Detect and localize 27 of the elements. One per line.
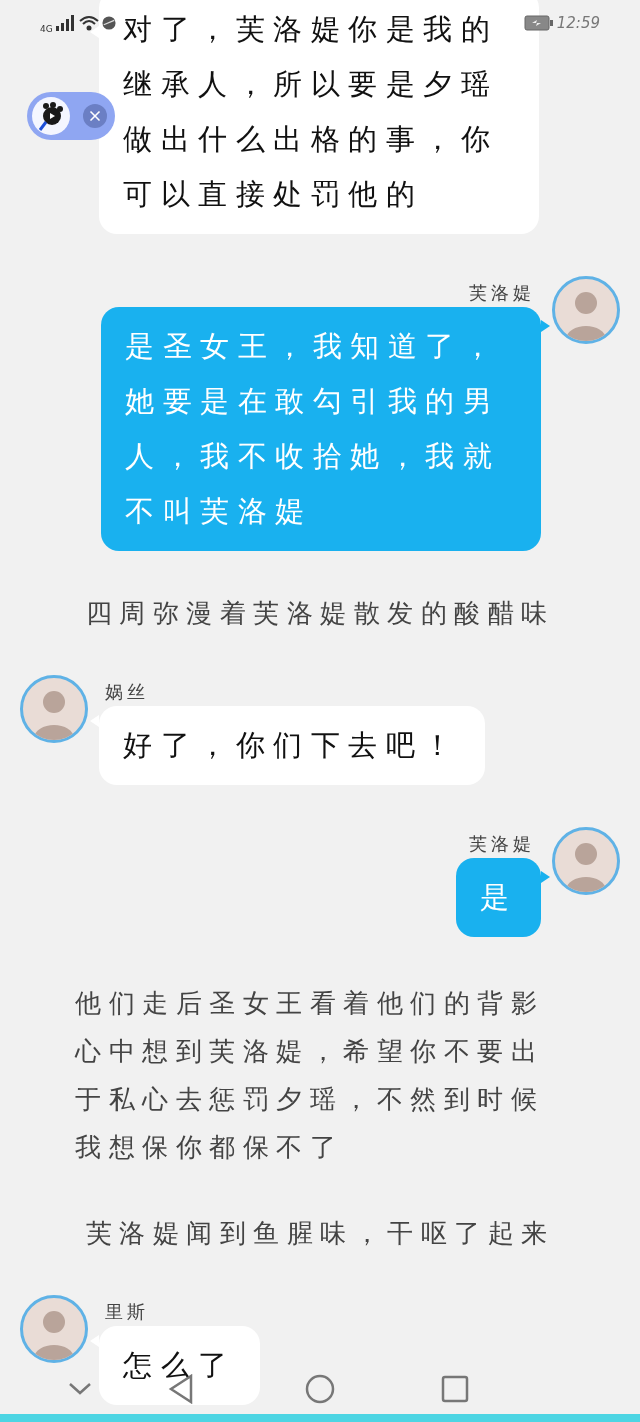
- message-bubble: 怎么了: [99, 1326, 260, 1405]
- sender-name: 芙洛媞: [469, 281, 535, 305]
- recents-button[interactable]: [441, 1375, 469, 1403]
- globe-icon: [101, 15, 116, 30]
- close-icon: [87, 108, 103, 124]
- home-button[interactable]: [305, 1374, 335, 1404]
- sender-name: 娲丝: [105, 680, 149, 704]
- message-bubble: 是: [455, 858, 541, 937]
- wifi-icon: [78, 14, 99, 31]
- bubble-tail: [541, 320, 550, 332]
- sender-name: 里斯: [105, 1300, 149, 1324]
- narration-text: 四周弥漫着芙洛媞散发的酸醋味: [84, 597, 556, 630]
- floating-widget[interactable]: [27, 92, 115, 140]
- signal-icon: [55, 14, 76, 31]
- paw-icon: [37, 101, 65, 131]
- narration-text: 芙洛媞闻到鱼腥味，干呕了起来: [84, 1217, 556, 1250]
- message-bubble: 好了，你们下去吧！: [99, 706, 485, 785]
- battery-icon: [523, 14, 554, 31]
- message-bubble: 对了，芙洛媞你是我的继承人，所以要是夕瑶做出什么出格的事，你可以直接处罚他的: [99, 0, 539, 234]
- bubble-tail: [541, 871, 550, 883]
- narration-text: 他们走后圣女王看着他们的背影心中想到芙洛媞，希望你不要出于私心去惩罚夕瑶，不然到时候我想保你都保不了: [75, 987, 545, 1164]
- close-button[interactable]: [83, 104, 107, 128]
- clock-time: 12:59: [556, 13, 600, 32]
- network-label: 4G: [40, 23, 53, 34]
- sender-name: 芙洛媞: [469, 832, 535, 856]
- message-bubble: 是圣女王，我知道了，她要是在敢勾引我的男人，我不收拾她，我就不叫芙洛媞: [101, 307, 541, 551]
- collapse-button[interactable]: [68, 1382, 92, 1396]
